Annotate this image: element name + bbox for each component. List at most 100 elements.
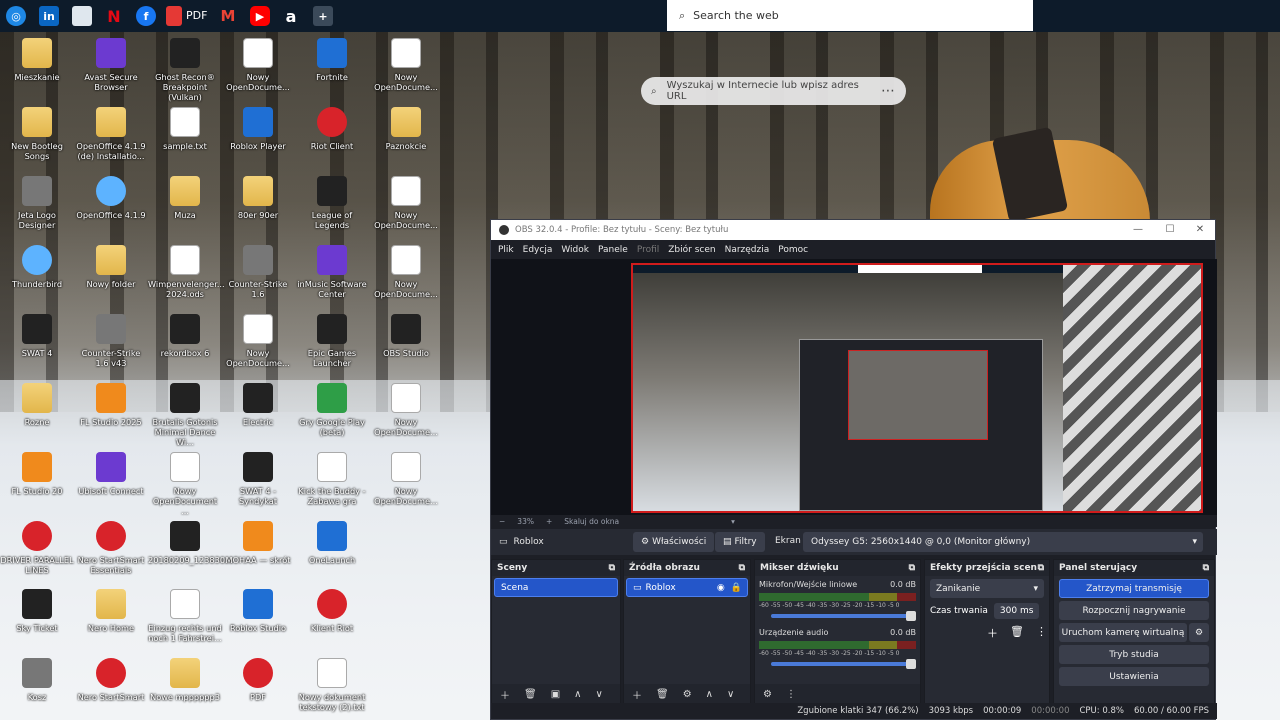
move-down-button[interactable]: ∨ bbox=[595, 689, 602, 700]
desktop-icon[interactable]: DRIVER PARALLEL LINES bbox=[0, 521, 74, 575]
desktop-icon[interactable]: Kick the Buddy - Zabawa gra bbox=[295, 452, 369, 506]
eye-icon[interactable]: ◉ bbox=[717, 583, 725, 593]
desktop-icon[interactable]: 20180209_123830... bbox=[148, 521, 233, 565]
preview-canvas[interactable] bbox=[631, 263, 1203, 513]
settings-button[interactable]: Ustawienia bbox=[1059, 667, 1209, 686]
menu-pomoc[interactable]: Pomoc bbox=[778, 245, 808, 255]
desktop-icon[interactable]: Nowe mpppppp3 bbox=[148, 658, 222, 702]
desktop-icon[interactable]: Mieszkanie bbox=[0, 38, 74, 82]
desktop-icon[interactable]: OpenOffice 4.1.9 bbox=[74, 176, 148, 220]
facebook-icon[interactable]: f bbox=[136, 6, 156, 26]
undock-icon[interactable]: ⧉ bbox=[1203, 563, 1209, 573]
more-options-icon[interactable]: ⋮ bbox=[786, 689, 796, 700]
menu-plik[interactable]: Plik bbox=[498, 245, 514, 255]
desktop-icon[interactable]: SWAT 4 bbox=[0, 314, 74, 358]
start-virtual-camera-button[interactable]: Uruchom kamerę wirtualną bbox=[1059, 623, 1187, 642]
desktop-icon[interactable]: Gry Google Play (beta) bbox=[295, 383, 369, 437]
pdf-label[interactable]: PDF bbox=[186, 9, 207, 22]
desktop-icon[interactable]: Avast Secure Browser bbox=[74, 38, 148, 92]
amazon-icon[interactable]: a bbox=[281, 6, 301, 26]
desktop-icon[interactable]: Riot Client bbox=[295, 107, 369, 151]
desktop-icon[interactable]: Nero Home bbox=[74, 589, 148, 633]
menu-profil[interactable]: Profil bbox=[637, 245, 659, 255]
source-item[interactable]: ▭ Roblox ◉ 🔒 bbox=[626, 578, 748, 597]
desktop-icon[interactable]: Nowy OpenDocume... bbox=[369, 245, 443, 299]
desktop-icon[interactable]: SWAT 4 - Syndykat bbox=[221, 452, 295, 506]
remove-source-button[interactable]: 🗑 bbox=[656, 689, 669, 700]
desktop-icon[interactable]: Roblox Studio bbox=[221, 589, 295, 633]
desktop-icon[interactable]: Nowy OpenDocume... bbox=[369, 176, 443, 230]
desktop-icon[interactable]: Counter-Strike 1.6 v43 bbox=[74, 314, 148, 368]
desktop-icon[interactable]: MOHAA — skrót bbox=[221, 521, 295, 565]
add-shortcut-icon[interactable]: + bbox=[313, 6, 333, 26]
move-down-button[interactable]: ∨ bbox=[727, 689, 734, 700]
desktop-icon[interactable]: Nowy folder bbox=[74, 245, 148, 289]
scene-item[interactable]: Scena bbox=[494, 578, 618, 597]
duration-input[interactable]: 300 ms bbox=[993, 603, 1040, 619]
undock-icon[interactable]: ⧉ bbox=[1038, 563, 1044, 573]
desktop-icon[interactable]: Ghost Recon® Breakpoint (Vulkan) bbox=[148, 38, 222, 102]
desktop-icon[interactable]: Nowy OpenDocume... bbox=[221, 314, 295, 368]
linkedin-icon[interactable]: in bbox=[39, 6, 59, 26]
undock-icon[interactable]: ⧉ bbox=[609, 563, 615, 573]
desktop-icon[interactable]: Ubisoft Connect bbox=[74, 452, 148, 496]
desktop-icon[interactable]: Sky Ticket bbox=[0, 589, 74, 633]
maximize-icon[interactable]: ☐ bbox=[1163, 223, 1177, 237]
menu-edycja[interactable]: Edycja bbox=[523, 245, 553, 255]
gear-icon[interactable]: ⚙ bbox=[1189, 623, 1209, 642]
desktop-icon[interactable]: Roblox Player bbox=[221, 107, 295, 151]
desktop-icon[interactable]: Muza bbox=[148, 176, 222, 220]
undock-icon[interactable]: ⧉ bbox=[909, 563, 915, 573]
menu-narzedzia[interactable]: Narzędzia bbox=[725, 245, 770, 255]
desktop-icon[interactable]: League of Legends bbox=[295, 176, 369, 230]
desktop-icon[interactable]: Nowy OpenDocument ... bbox=[148, 452, 222, 516]
desktop-icon[interactable]: Nowy dokument tekstowy (2).txt bbox=[295, 658, 369, 712]
zoom-out-button[interactable]: − bbox=[499, 517, 505, 526]
close-icon[interactable]: ✕ bbox=[1193, 223, 1207, 237]
desktop-icon[interactable]: Nero StartSmart Essentials bbox=[74, 521, 148, 575]
filters-button[interactable]: ▤ Filtry bbox=[715, 532, 765, 552]
move-up-button[interactable]: ∧ bbox=[574, 689, 581, 700]
desktop-icon[interactable]: sample.txt bbox=[148, 107, 222, 151]
desktop-icon[interactable]: New Bootleg Songs bbox=[0, 107, 74, 161]
netflix-icon[interactable]: N bbox=[104, 6, 124, 26]
monitor-select[interactable]: Odyssey G5: 2560x1440 @ 0,0 (Monitor głó… bbox=[803, 532, 1203, 552]
desktop-icon[interactable]: Klient Riot bbox=[295, 589, 369, 633]
chevron-down-icon[interactable]: ▾ bbox=[731, 517, 735, 526]
youtube-icon[interactable]: ▶ bbox=[250, 6, 270, 26]
desktop-icon[interactable]: Paznokcie bbox=[369, 107, 443, 151]
add-source-button[interactable]: ＋ bbox=[632, 687, 642, 702]
stop-stream-button[interactable]: Zatrzymaj transmisję bbox=[1059, 579, 1209, 598]
remove-transition-button[interactable]: 🗑 bbox=[1010, 625, 1024, 641]
desktop-icon[interactable]: Nowy OpenDocume... bbox=[221, 38, 295, 92]
desktop-icon[interactable]: Nowy OpenDocume... bbox=[369, 38, 443, 92]
menu-panele[interactable]: Panele bbox=[598, 245, 628, 255]
desktop-icon[interactable]: Epic Games Launcher bbox=[295, 314, 369, 368]
onelaunch-icon[interactable]: ◎ bbox=[6, 6, 26, 26]
desktop-icon[interactable]: OBS Studio bbox=[369, 314, 443, 358]
pdf-icon[interactable] bbox=[166, 6, 182, 26]
more-options-icon[interactable]: ⋯ bbox=[881, 83, 896, 99]
web-search-box[interactable]: ⌕ Search the web bbox=[667, 0, 1033, 31]
transition-select[interactable]: Zanikanie ▾ bbox=[930, 579, 1044, 598]
desktop-icon[interactable]: Thunderbird bbox=[0, 245, 74, 289]
desktop-icon[interactable]: inMusic Software Center bbox=[295, 245, 369, 299]
desktop-icon[interactable]: FL Studio 20 bbox=[0, 452, 74, 496]
desktop-icon[interactable]: Kosz bbox=[0, 658, 74, 702]
volume-slider[interactable] bbox=[771, 611, 916, 621]
desktop-icon[interactable]: Rozne bbox=[0, 383, 74, 427]
desktop-icon[interactable]: 80er 90er bbox=[221, 176, 295, 220]
desktop-icon[interactable]: FL Studio 2025 bbox=[74, 383, 148, 427]
menu-zbior-scen[interactable]: Zbiór scen bbox=[668, 245, 715, 255]
desktop-icon[interactable]: PDF bbox=[221, 658, 295, 702]
desktop-icon[interactable]: rekordbox 6 bbox=[148, 314, 222, 358]
browser-search-bar[interactable]: ⌕ Wyszukaj w Internecie lub wpisz adres … bbox=[641, 77, 906, 105]
lock-icon[interactable]: 🔒 bbox=[731, 583, 742, 593]
desktop-icon[interactable]: Jeta Logo Designer bbox=[0, 176, 74, 230]
advanced-audio-icon[interactable]: ⚙ bbox=[763, 689, 772, 700]
scene-filters-button[interactable]: ▣ bbox=[551, 689, 560, 700]
desktop-icon[interactable]: OpenOffice 4.1.9 (de) Installatio... bbox=[74, 107, 148, 161]
desktop-icon[interactable]: Fortnite bbox=[295, 38, 369, 82]
desktop-icon[interactable]: Nowy OpenDocume... bbox=[369, 383, 443, 437]
properties-button[interactable]: ⚙ Właściwości bbox=[633, 532, 715, 552]
